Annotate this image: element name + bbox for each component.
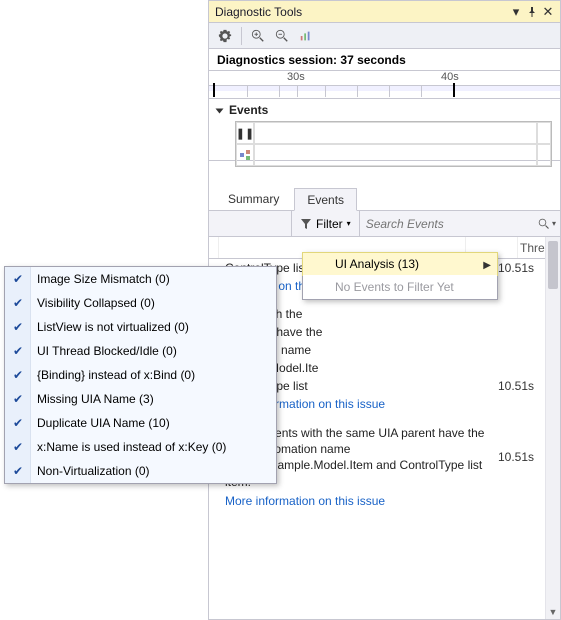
pin-icon[interactable] xyxy=(524,4,540,20)
check-icon: ✔ xyxy=(11,272,25,286)
window-title: Diagnostic Tools xyxy=(213,5,508,19)
ruler-tick-40s: 40s xyxy=(441,71,459,83)
search-input[interactable] xyxy=(364,216,536,232)
search-icon[interactable] xyxy=(536,216,552,232)
events-band-grid: ❚❚ xyxy=(235,121,552,167)
search-dropdown-icon[interactable]: ▾ xyxy=(552,219,556,228)
submenu-arrow-icon: ▶ xyxy=(483,260,491,271)
menu-item-no-events: No Events to Filter Yet xyxy=(303,275,497,299)
pause-icon[interactable]: ❚❚ xyxy=(236,122,254,144)
close-icon[interactable]: ✕ xyxy=(540,4,556,20)
filter-dropdown-menu: UI Analysis (13) ▶ No Events to Filter Y… xyxy=(302,252,498,300)
window-menu-dropdown-icon[interactable]: ▾ xyxy=(508,4,524,20)
settings-gear-icon[interactable] xyxy=(213,25,237,47)
tab-strip: Summary Events xyxy=(209,187,560,211)
more-info-link[interactable]: More information on this issue xyxy=(225,494,385,508)
check-icon: ✔ xyxy=(11,416,25,430)
check-icon: ✔ xyxy=(11,464,25,478)
submenu-item[interactable]: ✔Non-Virtualization (0) xyxy=(5,459,276,483)
ruler-tick-30s: 30s xyxy=(287,71,305,83)
zoom-in-icon[interactable] xyxy=(246,25,270,47)
filter-label: Filter xyxy=(316,217,343,231)
timeline-ruler[interactable]: 30s 40s xyxy=(209,71,560,99)
submenu-item[interactable]: ✔{Binding} instead of x:Bind (0) xyxy=(5,363,276,387)
submenu-item[interactable]: ✔Duplicate UIA Name (10) xyxy=(5,411,276,435)
scrollbar-thumb[interactable] xyxy=(548,241,558,289)
check-icon: ✔ xyxy=(11,440,25,454)
dropdown-caret-icon: ▾ xyxy=(347,219,351,228)
filter-button[interactable]: Filter ▾ xyxy=(291,211,360,237)
tab-summary[interactable]: Summary xyxy=(215,187,292,210)
ui-analysis-submenu: ✔Image Size Mismatch (0) ✔Visibility Col… xyxy=(4,266,277,484)
toolbar xyxy=(209,23,560,49)
submenu-item[interactable]: ✔x:Name is used instead of x:Key (0) xyxy=(5,435,276,459)
session-header: Diagnostics session: 37 seconds xyxy=(209,49,560,71)
table-row[interactable]: More information on this issue xyxy=(209,492,544,510)
check-icon: ✔ xyxy=(11,392,25,406)
search-box[interactable]: ▾ xyxy=(360,211,560,237)
submenu-item[interactable]: ✔Image Size Mismatch (0) xyxy=(5,267,276,291)
tab-events[interactable]: Events xyxy=(294,188,357,211)
intellitrace-icon[interactable] xyxy=(236,144,254,166)
check-icon: ✔ xyxy=(11,320,25,334)
submenu-item[interactable]: ✔Missing UIA Name (3) xyxy=(5,387,276,411)
submenu-item[interactable]: ✔UI Thread Blocked/Idle (0) xyxy=(5,339,276,363)
check-icon: ✔ xyxy=(11,296,25,310)
title-bar: Diagnostic Tools ▾ ✕ xyxy=(209,1,560,23)
scroll-down-icon[interactable]: ▼ xyxy=(546,604,560,619)
session-value: 37 seconds xyxy=(340,53,405,67)
session-label: Diagnostics session: xyxy=(217,53,337,67)
zoom-out-icon[interactable] xyxy=(270,25,294,47)
events-band-header[interactable]: Events xyxy=(217,103,552,117)
check-icon: ✔ xyxy=(11,368,25,382)
filter-row: Filter ▾ ▾ xyxy=(209,211,560,237)
submenu-item[interactable]: ✔ListView is not virtualized (0) xyxy=(5,315,276,339)
vertical-scrollbar[interactable]: ▲ ▼ xyxy=(545,237,560,619)
menu-item-ui-analysis[interactable]: UI Analysis (13) ▶ xyxy=(302,252,498,276)
check-icon: ✔ xyxy=(11,344,25,358)
funnel-icon xyxy=(300,218,312,230)
events-band: Events ❚❚ xyxy=(209,99,560,161)
submenu-item[interactable]: ✔Visibility Collapsed (0) xyxy=(5,291,276,315)
chart-icon[interactable] xyxy=(294,25,318,47)
